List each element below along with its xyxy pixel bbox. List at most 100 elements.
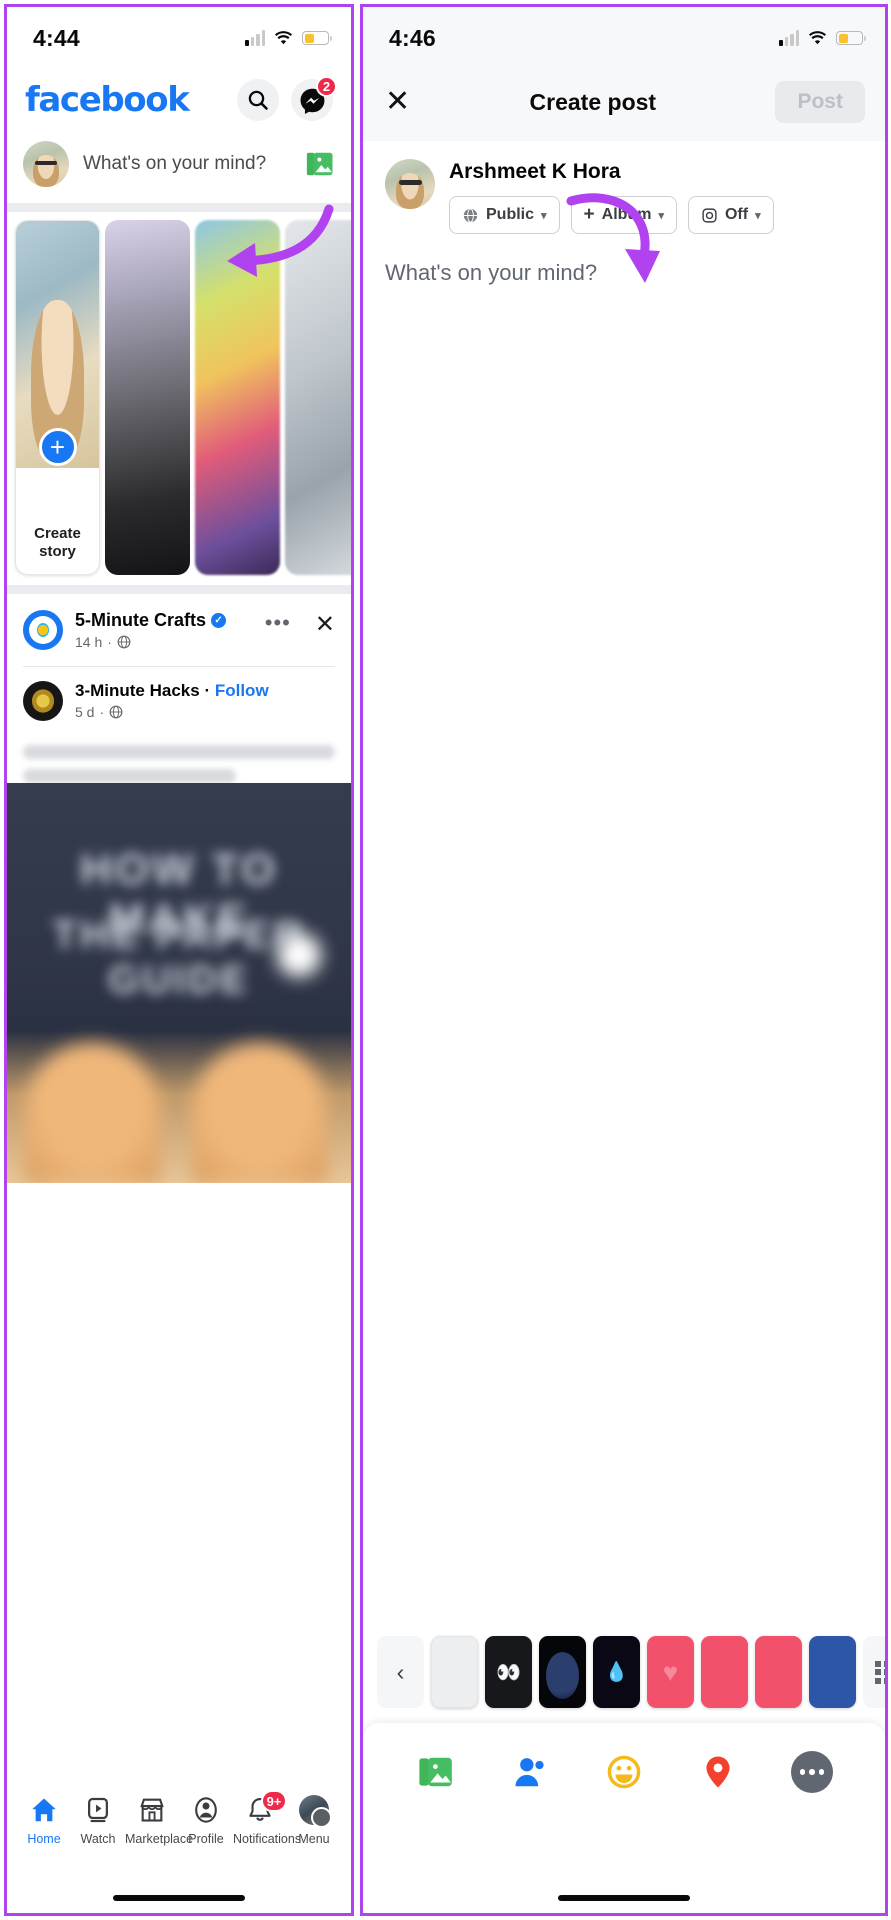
shared-post-subtitle: 5 d · <box>75 704 335 720</box>
home-icon <box>17 1793 71 1827</box>
post-image-figure <box>192 1043 327 1183</box>
left-phone-frame: 4:44 facebook 2 What's on your mind? + C… <box>4 4 354 1916</box>
nav-item-home[interactable]: Home <box>17 1793 71 1846</box>
more-options-button[interactable] <box>789 1749 835 1795</box>
post-button[interactable]: Post <box>775 81 865 123</box>
post-options-chips: Public ▾ + Album ▾ Off ▾ <box>449 196 774 234</box>
nav-item-profile[interactable]: Profile <box>179 1793 233 1846</box>
right-status-bar: 4:46 <box>363 7 885 69</box>
instagram-crossposting-chip[interactable]: Off ▾ <box>687 196 774 234</box>
post-page-name-text: 5-Minute Crafts <box>75 610 207 630</box>
author-name: Arshmeet K Hora <box>449 160 621 183</box>
media-thumbnail[interactable] <box>809 1636 856 1708</box>
story-card[interactable] <box>285 220 351 575</box>
create-story-card[interactable]: + Create story <box>15 220 100 575</box>
create-story-label-line1: Create <box>34 524 81 542</box>
post-image-figure <box>25 1043 160 1183</box>
tag-people-icon <box>515 1758 544 1787</box>
nav-item-notifications[interactable]: 9+ Notifications <box>233 1790 302 1846</box>
story-card[interactable] <box>105 220 190 575</box>
media-thumbnail[interactable] <box>539 1636 586 1708</box>
notifications-badge: 9+ <box>261 1790 287 1812</box>
status-bar-time: 4:46 <box>389 24 436 51</box>
screenshot-stage: 4:44 facebook 2 What's on your mind? + C… <box>0 0 891 1920</box>
left-status-bar: 4:44 <box>7 7 351 69</box>
post-text-input[interactable]: What's on your mind? <box>363 234 885 286</box>
stories-tray[interactable]: + Create story <box>7 212 351 585</box>
globe-icon <box>463 207 478 223</box>
photo-video-button[interactable] <box>413 1749 459 1795</box>
album-chip[interactable]: + Album ▾ <box>570 196 677 234</box>
section-divider <box>7 585 351 594</box>
media-thumbnail[interactable] <box>701 1636 748 1708</box>
instagram-chip-label: Off <box>724 206 749 223</box>
close-icon[interactable]: ✕ <box>309 610 335 639</box>
facebook-header: facebook 2 <box>7 69 351 135</box>
more-options-icon <box>791 1751 833 1793</box>
close-button[interactable]: ✕ <box>385 87 410 117</box>
page-title: Create post <box>529 88 657 115</box>
plus-icon: + <box>583 204 595 225</box>
media-thumbnail[interactable] <box>431 1636 478 1708</box>
search-icon <box>248 90 268 110</box>
page-avatar[interactable] <box>23 610 63 650</box>
more-options-icon[interactable]: ••• <box>259 610 297 636</box>
nav-label-home: Home <box>27 1832 61 1846</box>
nav-label-profile: Profile <box>188 1832 224 1846</box>
create-story-label-line2: story <box>39 543 76 561</box>
post-timestamp: 14 h <box>75 634 103 650</box>
feeling-icon <box>607 1755 641 1789</box>
home-indicator <box>558 1895 690 1901</box>
photo-library-icon[interactable] <box>305 149 335 179</box>
battery-icon <box>302 31 332 45</box>
composer-placeholder[interactable]: What's on your mind? <box>83 153 291 175</box>
nav-item-menu[interactable]: Menu <box>287 1793 341 1846</box>
follow-link[interactable]: Follow <box>215 681 269 700</box>
composer-row[interactable]: What's on your mind? <box>7 135 351 203</box>
nav-label-notifications: Notifications <box>233 1832 302 1846</box>
shared-page-avatar[interactable] <box>23 681 63 721</box>
media-thumbnail[interactable]: 👀 <box>485 1636 532 1708</box>
grid-icon[interactable] <box>863 1636 885 1708</box>
post-image-glow <box>277 933 321 977</box>
media-thumbnail[interactable] <box>755 1636 802 1708</box>
check-in-button[interactable] <box>695 1749 741 1795</box>
audience-chip-public[interactable]: Public ▾ <box>449 196 560 234</box>
chevron-down-icon: ▾ <box>658 209 664 222</box>
menu-avatar-icon <box>287 1793 341 1828</box>
composer-action-row <box>363 1723 885 1795</box>
post-dot: · <box>107 634 112 650</box>
shared-dot: · <box>99 704 105 720</box>
profile-icon <box>179 1793 233 1827</box>
post-image[interactable]: HOW TO MAKE THE PAPER GUIDE <box>7 783 351 1183</box>
nav-label-watch: Watch <box>80 1832 116 1846</box>
post-page-name[interactable]: 5-Minute Crafts ✓ <box>75 610 247 631</box>
nav-label-marketplace: Marketplace <box>125 1832 194 1846</box>
status-bar-time: 4:44 <box>33 24 80 51</box>
media-thumbnail[interactable]: 💧 <box>593 1636 640 1708</box>
wifi-icon <box>274 30 293 44</box>
nav-item-watch[interactable]: Watch <box>71 1793 125 1846</box>
feed-post: 5-Minute Crafts ✓ 14 h · ••• ✕ 3-Minute … <box>7 594 351 1183</box>
post-meta: 5-Minute Crafts ✓ 14 h · <box>75 610 247 650</box>
header-buttons: 2 <box>237 76 337 121</box>
avatar[interactable] <box>385 159 435 209</box>
media-thumbnail[interactable]: ♥ <box>647 1636 694 1708</box>
nav-item-marketplace[interactable]: Marketplace <box>125 1793 194 1846</box>
signal-bars-icon <box>779 30 799 46</box>
media-thumbnail-strip[interactable]: ‹ 👀 💧 ♥ <box>363 1636 885 1708</box>
feeling-activity-button[interactable] <box>601 1749 647 1795</box>
status-bar-icons <box>245 30 332 46</box>
search-button[interactable] <box>237 79 279 121</box>
tag-people-button[interactable] <box>507 1749 553 1795</box>
back-chevron-icon[interactable]: ‹ <box>377 1636 424 1708</box>
messenger-button[interactable]: 2 <box>291 76 337 121</box>
avatar[interactable] <box>23 141 69 187</box>
story-card[interactable] <box>195 220 280 575</box>
shared-page-name-text[interactable]: 3-Minute Hacks <box>75 681 200 700</box>
facebook-logo[interactable]: facebook <box>25 80 190 120</box>
marketplace-icon <box>125 1793 179 1827</box>
chevron-down-icon: ▾ <box>755 209 761 222</box>
composer-action-bar <box>363 1723 885 1913</box>
shared-timestamp: 5 d <box>75 704 95 720</box>
